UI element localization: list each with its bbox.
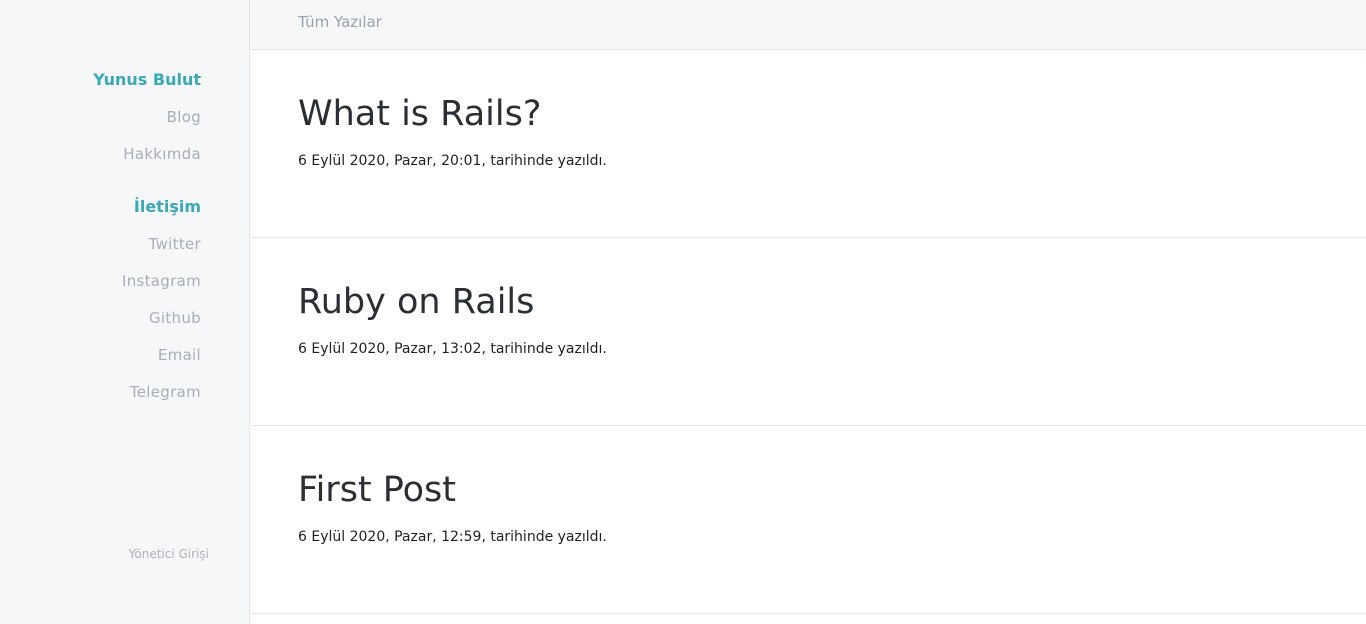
sidebar-item-github[interactable]: Github — [122, 308, 201, 328]
all-posts-link[interactable]: Tüm Yazılar — [298, 13, 382, 31]
post-item: What is Rails? 6 Eylül 2020, Pazar, 20:0… — [251, 50, 1366, 238]
sidebar-item-twitter[interactable]: Twitter — [122, 234, 201, 254]
post-date: 6 Eylül 2020, Pazar, 20:01, tarihinde ya… — [298, 153, 607, 169]
post-date: 6 Eylül 2020, Pazar, 12:59, tarihinde ya… — [298, 529, 607, 545]
topbar: Tüm Yazılar — [251, 0, 1366, 50]
post-list: What is Rails? 6 Eylül 2020, Pazar, 20:0… — [251, 50, 1366, 614]
sidebar-item-blog[interactable]: Blog — [93, 107, 201, 127]
sidebar-item-telegram[interactable]: Telegram — [122, 382, 201, 402]
sidebar-brand-section: Yunus Bulut Blog Hakkımda — [93, 70, 201, 164]
sidebar-contact-heading: İletişim — [133, 197, 201, 216]
post-title[interactable]: Ruby on Rails — [298, 278, 534, 326]
post-item: Ruby on Rails 6 Eylül 2020, Pazar, 13:02… — [251, 238, 1366, 426]
sidebar-item-email[interactable]: Email — [122, 345, 201, 365]
sidebar-contact-section: İletişim Twitter Instagram Github Email … — [122, 197, 201, 402]
sidebar-item-instagram[interactable]: Instagram — [122, 271, 201, 291]
sidebar-brand-heading[interactable]: Yunus Bulut — [93, 70, 201, 90]
sidebar-item-about[interactable]: Hakkımda — [93, 144, 201, 164]
post-title[interactable]: What is Rails? — [298, 90, 541, 138]
sidebar: Yunus Bulut Blog Hakkımda İletişim Twitt… — [0, 0, 250, 624]
post-date: 6 Eylül 2020, Pazar, 13:02, tarihinde ya… — [298, 341, 607, 357]
post-item: First Post 6 Eylül 2020, Pazar, 12:59, t… — [251, 426, 1366, 614]
post-title[interactable]: First Post — [298, 466, 456, 514]
admin-login-link[interactable]: Yönetici Girişi — [129, 547, 209, 561]
